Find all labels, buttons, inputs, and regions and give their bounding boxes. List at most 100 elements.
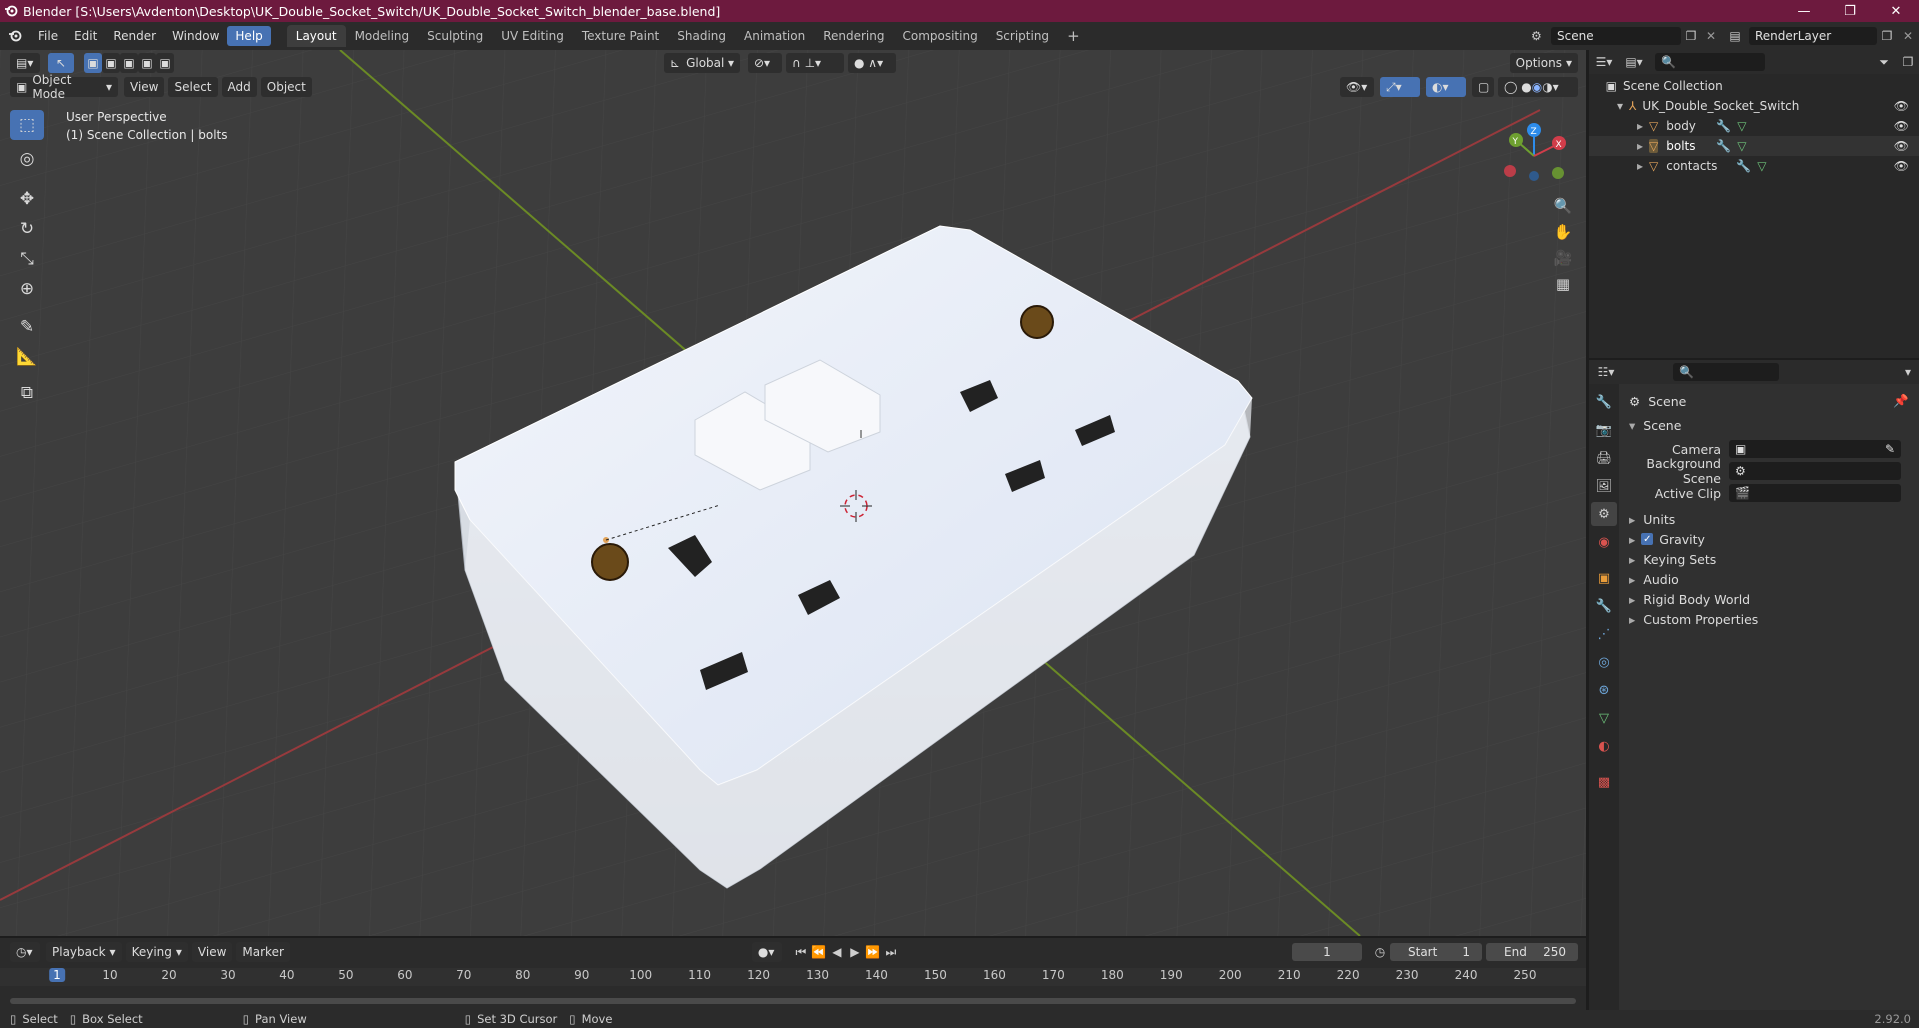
render-tab-icon[interactable]: 📷 — [1591, 418, 1617, 442]
panel-gravity[interactable]: ▸ ✓ Gravity — [1619, 528, 1919, 550]
mesh-data-icon[interactable]: ▽ — [1757, 159, 1766, 173]
timeline-track-area[interactable] — [0, 986, 1586, 1008]
rotate-tool-icon[interactable]: ↻ — [10, 214, 44, 244]
modifier-tab-icon[interactable]: 🔧 — [1591, 594, 1617, 618]
properties-editor-type-icon[interactable]: ☷▾ — [1589, 365, 1623, 379]
visibility-eye-icon[interactable]: 👁 — [1894, 99, 1909, 113]
select-tweak-icon[interactable]: ↖ — [48, 53, 74, 73]
tab-compositing[interactable]: Compositing — [893, 25, 986, 47]
viewport-scene[interactable] — [0, 50, 1586, 936]
menu-file[interactable]: File — [30, 26, 66, 46]
tab-texture-paint[interactable]: Texture Paint — [573, 25, 668, 47]
timeline-scrollbar[interactable] — [10, 998, 1576, 1004]
delete-scene-icon[interactable]: ✕ — [1701, 29, 1721, 43]
filter-icon[interactable]: ⏷ — [1871, 55, 1897, 70]
select-box-tool-icon[interactable]: ⬚ — [10, 110, 44, 140]
options-dropdown[interactable]: Options ▾ — [1509, 53, 1578, 73]
jump-keyframe-back-icon[interactable]: ⏪ — [810, 945, 828, 959]
background-scene-field[interactable]: ⚙ — [1729, 462, 1901, 480]
modifier-wrench-icon[interactable]: 🔧 — [1736, 159, 1751, 173]
start-frame-field[interactable]: Start 1 — [1390, 943, 1482, 961]
snap-icon[interactable]: ∩ ⊥▾ — [786, 53, 844, 73]
expand-arrow-icon[interactable]: ▸ — [1629, 552, 1635, 567]
properties-search-input[interactable]: 🔍 — [1673, 363, 1779, 381]
tool-tab-icon[interactable]: 🔧 — [1591, 390, 1617, 414]
pin-icon[interactable]: 📌 — [1893, 393, 1909, 409]
mesh-data-icon[interactable]: ▽ — [1737, 119, 1746, 133]
select-mode-invert-icon[interactable]: ▣ — [138, 53, 156, 73]
tab-sculpting[interactable]: Sculpting — [418, 25, 492, 47]
auto-keying-icon[interactable]: ●▾ — [751, 942, 782, 962]
editor-type-icon[interactable]: ▤▾ — [10, 53, 40, 73]
end-frame-field[interactable]: End 250 — [1486, 943, 1578, 961]
select-mode-subtract-icon[interactable]: ▣ — [120, 53, 138, 73]
outliner-object-bolts[interactable]: ▸ ▽ bolts 🔧 ▽ 👁 — [1589, 136, 1919, 156]
menu-keying[interactable]: Keying ▾ — [125, 942, 188, 962]
texture-tab-icon[interactable]: ▩ — [1591, 770, 1617, 794]
physics-tab-icon[interactable]: ◎ — [1591, 650, 1617, 674]
expand-arrow-icon[interactable]: ▸ — [1589, 119, 1643, 133]
mesh-data-icon[interactable]: ▽ — [1737, 139, 1746, 153]
new-view-layer-icon[interactable]: ❐ — [1877, 29, 1897, 43]
move-tool-icon[interactable]: ✥ — [10, 184, 44, 214]
particles-tab-icon[interactable]: ⋰ — [1591, 622, 1617, 646]
scene-tab-icon[interactable]: ⚙ — [1591, 502, 1617, 526]
visibility-eye-icon[interactable]: 👁 — [1894, 139, 1909, 153]
menu-view[interactable]: View — [124, 77, 165, 97]
expand-arrow-icon[interactable]: ▸ — [1589, 159, 1643, 173]
camera-view-icon[interactable]: 🎥 — [1550, 245, 1576, 271]
transform-orientation-dropdown[interactable]: ⊾ Global ▾ — [664, 53, 740, 73]
pivot-point-icon[interactable]: ⊘▾ — [748, 53, 782, 73]
3d-viewport[interactable]: ⬚ ◎ ✥ ↻ ⤡ ⊕ ✎ 📐 ⧉ User Perspective (1) S… — [0, 50, 1586, 936]
preview-range-icon[interactable]: ◷ — [1370, 945, 1390, 959]
menu-timeline-view[interactable]: View — [191, 942, 233, 962]
tab-animation[interactable]: Animation — [735, 25, 814, 47]
material-tab-icon[interactable]: ◐ — [1591, 734, 1617, 758]
select-mode-intersect-icon[interactable]: ▣ — [156, 53, 174, 73]
panel-units[interactable]: ▸ Units — [1619, 508, 1919, 530]
visibility-icon[interactable]: 👁▾ — [1340, 77, 1374, 97]
tab-uv-editing[interactable]: UV Editing — [492, 25, 573, 47]
timeline-editor-type-icon[interactable]: ◷▾ — [10, 942, 40, 962]
menu-playback[interactable]: Playback ▾ — [46, 942, 122, 962]
close-button[interactable]: ✕ — [1873, 0, 1919, 22]
camera-field[interactable]: ▣ ✎ — [1729, 440, 1901, 458]
jump-start-icon[interactable]: ⏮ — [792, 945, 810, 960]
overlay-toggle-icon[interactable]: ◐▾ — [1426, 77, 1466, 97]
menu-window[interactable]: Window — [164, 26, 227, 46]
view-layer-tab-icon[interactable]: 🖼 — [1591, 474, 1617, 498]
expand-arrow-icon[interactable]: ▸ — [1629, 532, 1635, 547]
panel-custom-properties[interactable]: ▸ Custom Properties — [1619, 608, 1919, 630]
collapse-arrow-icon[interactable]: ▾ — [1589, 99, 1623, 113]
expand-arrow-icon[interactable]: ▸ — [1589, 139, 1643, 153]
tab-layout[interactable]: Layout — [286, 25, 346, 47]
annotate-tool-icon[interactable]: ✎ — [10, 312, 44, 342]
constraints-tab-icon[interactable]: ⊛ — [1591, 678, 1617, 702]
timeline-ruler[interactable]: 1 10 20 30 40 50 60 70 80 90 100 110 120 130 140 150 160… — [0, 968, 1586, 986]
delete-view-layer-icon[interactable]: ✕ — [1897, 29, 1919, 43]
menu-add[interactable]: Add — [221, 77, 257, 97]
object-mode-dropdown[interactable]: ▣ Object Mode ▾ — [10, 73, 118, 101]
outliner-collection-row[interactable]: ▾ ⅄ UK_Double_Socket_Switch 👁 — [1589, 96, 1919, 116]
menu-object[interactable]: Object — [260, 77, 312, 97]
visibility-eye-icon[interactable]: 👁 — [1894, 159, 1909, 173]
current-frame-field[interactable]: 1 — [1292, 943, 1362, 961]
properties-options-icon[interactable]: ▾ — [1897, 365, 1919, 379]
outliner-object-contacts[interactable]: ▸ ▽ contacts 🔧 ▽ 👁 — [1589, 156, 1919, 176]
expand-arrow-icon[interactable]: ▸ — [1629, 512, 1635, 527]
tab-modeling[interactable]: Modeling — [346, 25, 419, 47]
visibility-eye-icon[interactable]: 👁 — [1894, 119, 1909, 133]
panel-audio[interactable]: ▸ Audio — [1619, 568, 1919, 590]
view-layer-field[interactable]: RenderLayer — [1749, 27, 1877, 45]
menu-edit[interactable]: Edit — [66, 26, 105, 46]
expand-arrow-icon[interactable]: ▸ — [1629, 612, 1635, 627]
ortho-grid-icon[interactable]: ▦ — [1550, 271, 1576, 297]
menu-marker[interactable]: Marker — [236, 942, 290, 962]
outliner-scene-collection[interactable]: ▣ Scene Collection — [1589, 76, 1919, 96]
modifier-wrench-icon[interactable]: 🔧 — [1716, 139, 1731, 153]
expand-arrow-icon[interactable]: ▸ — [1629, 592, 1635, 607]
data-tab-icon[interactable]: ▽ — [1591, 706, 1617, 730]
maximize-button[interactable]: ❐ — [1827, 0, 1873, 22]
jump-keyframe-forward-icon[interactable]: ⏩ — [864, 945, 882, 959]
proportional-edit-icon[interactable]: ● ∧▾ — [848, 53, 896, 73]
